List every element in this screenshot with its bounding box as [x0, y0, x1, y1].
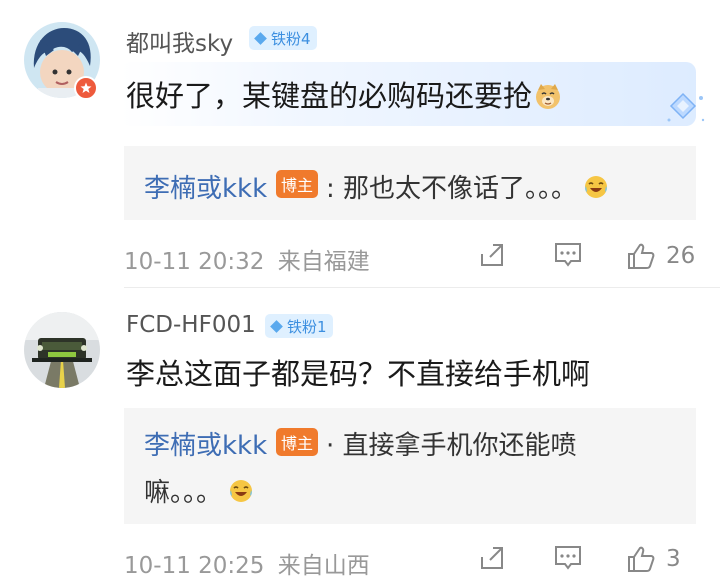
fan-badge-label: 铁粉4	[271, 29, 311, 48]
comment-meta: 10-11 20:32 来自福建	[124, 242, 370, 276]
comment-item: 都叫我sky 铁粉4 很好了，某键盘的必购码还要抢 李楠或kkk 博主: 那也…	[0, 0, 720, 287]
timestamp: 10-11 20:25	[124, 553, 265, 579]
fan-level-badge: 铁粉1	[265, 314, 333, 338]
divider	[124, 287, 720, 288]
reply-text: : 那也太不像话了。。。	[326, 168, 609, 207]
share-button[interactable]	[478, 544, 506, 572]
comment-icon	[555, 243, 581, 267]
like-button[interactable]: 3	[626, 544, 681, 574]
reply-text-line2: 嘛。。。	[144, 472, 254, 511]
reply-preview[interactable]: 李楠或kkk 博主 · 直接拿手机你还能喷 嘛。。。	[124, 408, 696, 524]
like-count: 26	[666, 243, 696, 269]
thumbs-up-icon	[628, 243, 655, 269]
laugh-cry-emoji-icon	[228, 478, 254, 511]
reply-preview[interactable]: 李楠或kkk 博主 : 那也太不像话了。。。	[124, 146, 696, 220]
comment-button[interactable]	[553, 544, 583, 572]
comment-meta: 10-11 20:25 来自山西	[124, 546, 370, 580]
reply-author-name[interactable]: 李楠或kkk	[144, 425, 267, 462]
diamond-icon	[254, 31, 267, 45]
like-count: 3	[666, 546, 681, 572]
share-button[interactable]	[478, 241, 506, 269]
fan-badge-label: 铁粉1	[287, 317, 327, 336]
share-icon	[481, 547, 503, 569]
share-icon	[481, 244, 503, 266]
username[interactable]: FCD-HF001	[126, 312, 256, 338]
comment-button[interactable]	[553, 241, 583, 269]
verified-badge-icon	[74, 76, 98, 100]
comment-icon	[555, 546, 581, 570]
fan-level-badge: 铁粉4	[249, 26, 317, 50]
username[interactable]: 都叫我sky	[126, 24, 233, 58]
doge-emoji-icon	[534, 82, 562, 117]
host-badge: 博主	[276, 170, 318, 198]
location: 来自福建	[277, 249, 370, 275]
comment-text: 李总这面子都是码？不直接给手机啊	[126, 357, 591, 391]
like-button[interactable]: 26	[626, 241, 695, 271]
laugh-cry-emoji-icon	[583, 174, 609, 207]
reply-text: · 直接拿手机你还能喷	[326, 431, 577, 461]
reply-author-name[interactable]: 李楠或kkk	[144, 168, 267, 205]
comment-item: FCD-HF001 铁粉1 李总这面子都是码？不直接给手机啊 李楠或kkk 博主…	[0, 290, 720, 587]
comment-text: 很好了，某键盘的必购码还要抢	[126, 73, 562, 117]
diamond-icon	[270, 319, 283, 333]
location: 来自山西	[277, 553, 370, 579]
timestamp: 10-11 20:32	[124, 249, 265, 275]
thumbs-up-icon	[628, 546, 655, 572]
avatar[interactable]	[24, 312, 100, 388]
host-badge: 博主	[276, 428, 318, 456]
sparkle-decoration-icon	[665, 90, 709, 134]
